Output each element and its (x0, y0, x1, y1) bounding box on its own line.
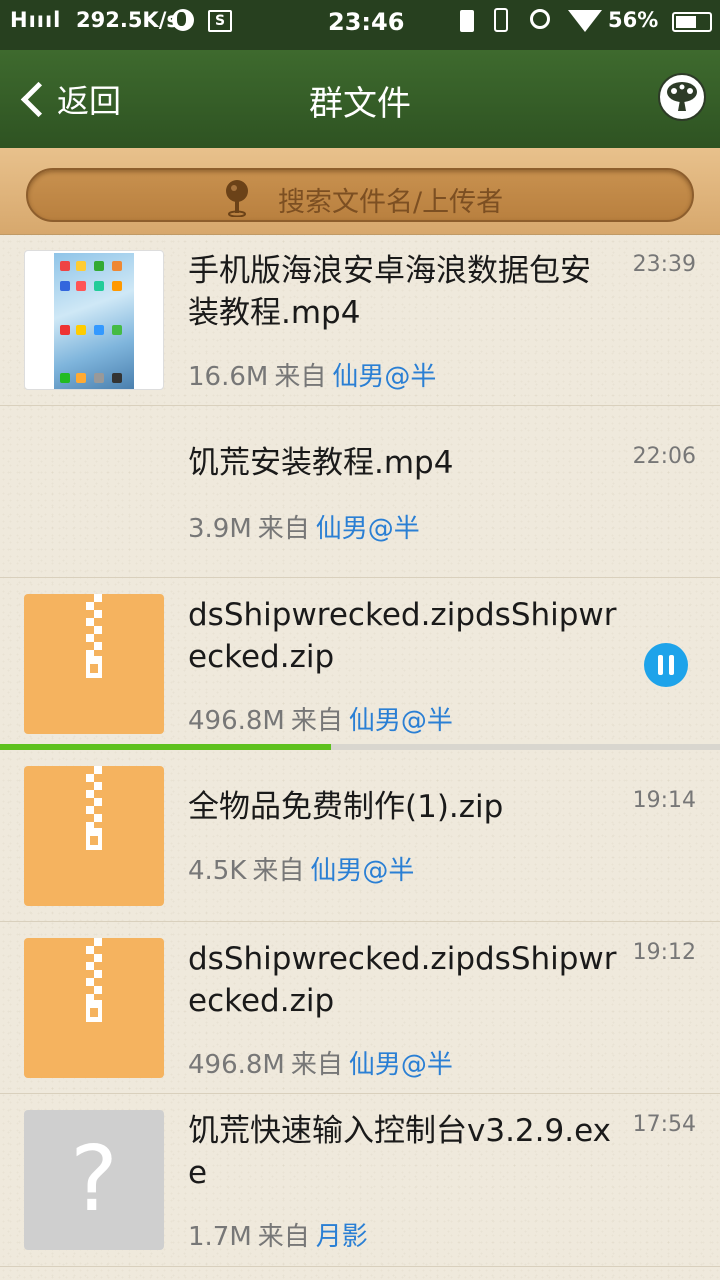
uploader-link[interactable]: 仙男@半 (349, 706, 453, 736)
battery-percent: 56% (608, 8, 659, 32)
from-label: 来自 (290, 706, 343, 736)
file-meta: 4.5K 来自 仙男@半 (188, 850, 414, 887)
charging-icon (460, 10, 474, 32)
list-item[interactable]: ? 饥荒快速输入控制台v3.2.9.exe 1.7M 来自 月影 17:54 (0, 1094, 720, 1267)
uploader-link[interactable]: 月影 (316, 1222, 368, 1252)
file-meta: 1.7M 来自 月影 (188, 1216, 368, 1253)
location-pin-icon (226, 180, 248, 217)
file-name: 全物品免费制作(1).zip (188, 789, 504, 825)
from-label: 来自 (257, 1222, 310, 1252)
globe-icon (172, 9, 194, 31)
signal-icon: Hıııl (10, 8, 62, 32)
net-speed: 292.5K/s (76, 8, 179, 32)
search-input[interactable]: 搜索文件名/上传者 (26, 168, 694, 222)
file-time: 23:39 (632, 252, 696, 277)
uploader-link[interactable]: 仙男@半 (316, 514, 420, 544)
video-thumbnail (24, 250, 164, 390)
file-meta: 3.9M 来自 仙男@半 (188, 508, 420, 545)
search-area: 搜索文件名/上传者 (0, 148, 720, 235)
file-name: 饥荒安装教程.mp4 (188, 445, 454, 481)
zip-thumbnail (24, 938, 164, 1078)
file-size: 1.7M (188, 1222, 252, 1252)
file-size: 16.6M (188, 362, 269, 392)
uploader-link[interactable]: 仙男@半 (349, 1050, 453, 1080)
file-time: 22:06 (632, 444, 696, 469)
zip-thumbnail (24, 766, 164, 906)
file-time: 17:54 (632, 1112, 696, 1137)
title-bar: 返回 群文件 (0, 50, 720, 148)
list-item[interactable]: dsShipwrecked.zipdsShipwrecked.zip 496.8… (0, 578, 720, 750)
list-item[interactable]: 全物品免费制作(1).zip 4.5K 来自 仙男@半 19:14 (0, 750, 720, 922)
tree-icon[interactable] (658, 73, 706, 121)
file-name: 饥荒快速输入控制台v3.2.9.exe (188, 1113, 611, 1191)
file-time: 19:12 (632, 940, 696, 965)
list-item[interactable]: dsShipwrecked.zipdsShipwrecked.zip 496.8… (0, 922, 720, 1094)
list-item[interactable]: 手机版海浪安卓海浪数据包安装教程.mp4 16.6M 来自 仙男@半 23:39 (0, 234, 720, 406)
file-name: dsShipwrecked.zipdsShipwrecked.zip (188, 941, 617, 1019)
from-label: 来自 (257, 514, 310, 544)
zip-thumbnail (24, 594, 164, 734)
page-title: 群文件 (309, 84, 411, 124)
file-meta: 16.6M 来自 仙男@半 (188, 356, 436, 393)
file-size: 496.8M (188, 706, 285, 736)
file-name: dsShipwrecked.zipdsShipwrecked.zip (188, 597, 617, 675)
vibrate-icon (494, 8, 508, 32)
from-label: 来自 (274, 362, 327, 392)
wifi-icon (568, 10, 602, 32)
file-size: 3.9M (188, 514, 252, 544)
uploader-link[interactable]: 仙男@半 (332, 362, 436, 392)
from-label: 来自 (252, 856, 305, 886)
file-meta: 496.8M 来自 仙男@半 (188, 700, 453, 737)
status-time: 23:46 (328, 8, 405, 36)
from-label: 来自 (290, 1050, 343, 1080)
file-time: 19:14 (632, 788, 696, 813)
search-placeholder: 搜索文件名/上传者 (278, 187, 504, 218)
file-name: 手机版海浪安卓海浪数据包安装教程.mp4 (188, 253, 591, 331)
pause-icon[interactable] (644, 643, 688, 687)
battery-icon (672, 12, 712, 32)
sim-icon: S (208, 10, 232, 32)
file-meta: 496.8M 来自 仙男@半 (188, 1044, 453, 1081)
uploader-link[interactable]: 仙男@半 (310, 856, 414, 886)
status-bar: Hıııl 292.5K/s S 23:46 56% (0, 0, 720, 50)
unknown-file-thumbnail: ? (24, 1110, 164, 1250)
question-mark-icon: ? (70, 1127, 118, 1232)
list-item[interactable]: 饥荒安装教程.mp4 3.9M 来自 仙男@半 22:06 (0, 406, 720, 578)
alarm-icon (530, 9, 550, 29)
file-size: 4.5K (188, 856, 247, 886)
file-size: 496.8M (188, 1050, 285, 1080)
